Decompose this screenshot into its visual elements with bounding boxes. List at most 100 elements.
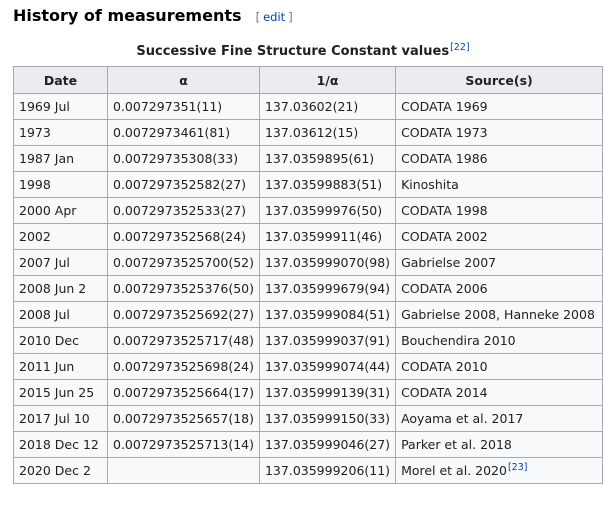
cell-date: 2018 Dec 12 (13, 431, 108, 458)
cell-source-text[interactable]: Aoyama et al. 2017 (401, 411, 523, 426)
cell-alpha-text: 0.0072973525713(14) (113, 437, 254, 452)
cell-inverse-alpha-text: 137.035999046(27) (264, 437, 391, 452)
cell-date-text: 2015 Jun 25 (19, 385, 95, 400)
cell-source-text[interactable]: CODATA 2010 (401, 359, 488, 374)
table-body: 1969 Jul 0.007297351(11) 137.03602(21) CODA… (13, 93, 604, 484)
cell-source: Gabrielse 2007 (395, 249, 604, 276)
cell-inverse-alpha-text: 137.035999074(44) (264, 359, 391, 374)
cell-date: 2002 (13, 223, 108, 250)
cell-alpha-text: 0.007297352533(27) (113, 203, 247, 218)
edit-link[interactable]: edit (263, 10, 285, 24)
column-header-inverse-alpha: 1/α (258, 66, 397, 94)
table-row: 2018 Dec 12 0.0072973525713(14) 137.035999… (13, 431, 604, 458)
cell-source: CODATA 2002 (395, 223, 604, 250)
cell-alpha: 0.007297352533(27) (107, 197, 260, 224)
cell-source-text[interactable]: CODATA 1973 (401, 125, 488, 140)
cell-inverse-alpha: 137.035999074(44) (258, 353, 397, 380)
table-caption: Successive Fine Structure Constant value… (13, 42, 593, 59)
cell-date: 2000 Apr (13, 197, 108, 224)
cell-inverse-alpha-text: 137.03599976(50) (264, 203, 383, 218)
caption-reference-link[interactable]: [22] (450, 42, 470, 53)
cell-date-text: 2007 Jul (19, 255, 70, 270)
cell-alpha-text: 0.0072973461(81) (113, 125, 231, 140)
reference-link[interactable]: [23] (508, 462, 528, 473)
cell-source: CODATA 2010 (395, 353, 604, 380)
table-row: 2000 Apr 0.007297352533(27) 137.03599976(5… (13, 197, 604, 224)
cell-inverse-alpha-text: 137.03602(21) (264, 99, 359, 114)
cell-alpha-text: 0.0072973525664(17) (113, 385, 254, 400)
cell-source: CODATA 1973 (395, 119, 604, 146)
cell-inverse-alpha: 137.035999206(11) (258, 457, 397, 484)
cell-alpha: 0.0072973525657(18) (107, 405, 260, 432)
cell-source: CODATA 2014 (395, 379, 604, 406)
cell-inverse-alpha-text: 137.03599883(51) (264, 177, 383, 192)
table-row: 2007 Jul 0.0072973525700(52) 137.035999070… (13, 249, 604, 276)
cell-alpha-text: 0.0072973525700(52) (113, 255, 254, 270)
cell-source-text[interactable]: Morel et al. 2020 (401, 463, 507, 478)
measurements-table: Date α 1/α Source(s) 1969 Jul 0.007297351… (13, 66, 604, 484)
cell-date: 1973 (13, 119, 108, 146)
cell-source: Aoyama et al. 2017 (395, 405, 604, 432)
cell-source-text[interactable]: Gabrielse 2008, Hanneke 2008 (401, 307, 595, 322)
cell-inverse-alpha: 137.03612(15) (258, 119, 397, 146)
cell-date: 1969 Jul (13, 93, 108, 120)
cell-date-text: 2020 Dec 2 (19, 463, 91, 478)
cell-source-text[interactable]: CODATA 2006 (401, 281, 488, 296)
caption-text: Successive Fine Structure Constant value… (136, 44, 450, 59)
edit-section: [edit] (256, 10, 293, 24)
cell-date: 2011 Jun (13, 353, 108, 380)
cell-date-text: 2000 Apr (19, 203, 77, 218)
cell-inverse-alpha: 137.035999084(51) (258, 301, 397, 328)
cell-source-text[interactable]: Bouchendira 2010 (401, 333, 516, 348)
cell-source-text[interactable]: CODATA 1986 (401, 151, 488, 166)
section-title: History of measurements (13, 6, 242, 25)
cell-alpha: 0.0072973525698(24) (107, 353, 260, 380)
table-row: 1987 Jan 0.00729735308(33) 137.0359895(61)… (13, 145, 604, 172)
cell-date-text: 1973 (19, 125, 51, 140)
cell-inverse-alpha: 137.035999046(27) (258, 431, 397, 458)
cell-date: 2007 Jul (13, 249, 108, 276)
cell-inverse-alpha: 137.035999037(91) (258, 327, 397, 354)
table-row: 1973 0.0072973461(81) 137.03612(15) CODATA … (13, 119, 604, 146)
cell-alpha: 0.00729735308(33) (107, 145, 260, 172)
cell-date-text: 1998 (19, 177, 51, 192)
cell-source-text[interactable]: Kinoshita (401, 177, 459, 192)
cell-inverse-alpha-text: 137.035999070(98) (264, 255, 391, 270)
cell-inverse-alpha-text: 137.035999139(31) (264, 385, 391, 400)
cell-alpha-text: 0.007297351(11) (113, 99, 223, 114)
cell-inverse-alpha-text: 137.035999084(51) (264, 307, 391, 322)
cell-alpha-text: 0.00729735308(33) (113, 151, 239, 166)
cell-source: Gabrielse 2008, Hanneke 2008 (395, 301, 604, 328)
cell-alpha-text: 0.0072973525717(48) (113, 333, 254, 348)
cell-alpha: 0.0072973525376(50) (107, 275, 260, 302)
cell-alpha-text: 0.007297352568(24) (113, 229, 247, 244)
table-row: 2008 Jul 0.0072973525692(27) 137.035999084… (13, 301, 604, 328)
cell-alpha-text: 0.0072973525698(24) (113, 359, 254, 374)
cell-alpha-text: 0.0072973525376(50) (113, 281, 254, 296)
cell-date-text: 2002 (19, 229, 51, 244)
edit-bracket-close: ] (288, 10, 293, 24)
column-header-date: Date (13, 66, 108, 94)
cell-source-text[interactable]: Parker et al. 2018 (401, 437, 512, 452)
cell-alpha: 0.0072973525664(17) (107, 379, 260, 406)
cell-source-text[interactable]: CODATA 2002 (401, 229, 488, 244)
cell-date-text: 2017 Jul 10 (19, 411, 90, 426)
cell-date-text: 2010 Dec (19, 333, 79, 348)
cell-source: Bouchendira 2010 (395, 327, 604, 354)
table-row: 2002 0.007297352568(24) 137.03599911(46) CO… (13, 223, 604, 250)
cell-inverse-alpha: 137.03599883(51) (258, 171, 397, 198)
cell-date-text: 1969 Jul (19, 99, 70, 114)
cell-date: 1987 Jan (13, 145, 108, 172)
cell-source-text[interactable]: CODATA 1998 (401, 203, 488, 218)
cell-source: Parker et al. 2018 (395, 431, 604, 458)
column-header-alpha: α (107, 66, 260, 94)
cell-source-text[interactable]: CODATA 1969 (401, 99, 488, 114)
table-header-row: Date α 1/α Source(s) (13, 66, 604, 94)
cell-source-text[interactable]: Gabrielse 2007 (401, 255, 496, 270)
cell-inverse-alpha: 137.035999139(31) (258, 379, 397, 406)
cell-source-text[interactable]: CODATA 2014 (401, 385, 488, 400)
cell-alpha: 0.007297351(11) (107, 93, 260, 120)
cell-date-text: 2008 Jun 2 (19, 281, 87, 296)
cell-inverse-alpha-text: 137.035999037(91) (264, 333, 391, 348)
cell-inverse-alpha: 137.03602(21) (258, 93, 397, 120)
